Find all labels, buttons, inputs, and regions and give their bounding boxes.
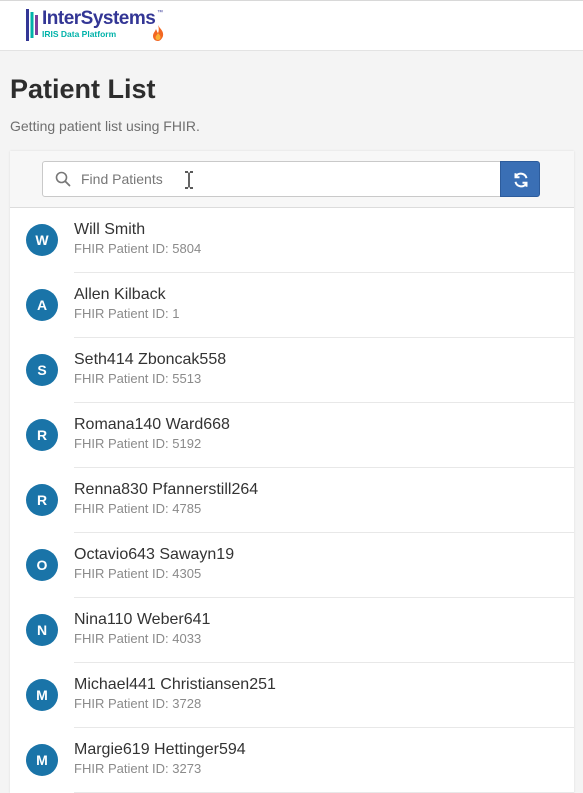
avatar: M bbox=[26, 744, 58, 776]
avatar: R bbox=[26, 419, 58, 451]
patient-name: Seth414 Zboncak558 bbox=[74, 351, 227, 368]
patient-list-item[interactable]: N Nina110 Weber641 FHIR Patient ID: 4033 bbox=[10, 598, 574, 663]
top-bar: InterSystems ™ IRIS Data Platform bbox=[0, 0, 583, 51]
patient-list-item[interactable]: O Octavio643 Sawayn19 FHIR Patient ID: 4… bbox=[10, 533, 574, 598]
patient-list-item[interactable]: M Margie619 Hettinger594 FHIR Patient ID… bbox=[10, 728, 574, 793]
page-subtitle: Getting patient list using FHIR. bbox=[10, 118, 200, 134]
refresh-button[interactable] bbox=[500, 161, 540, 197]
patient-fhir-id: FHIR Patient ID: 5192 bbox=[74, 436, 202, 451]
patient-list: W Will Smith FHIR Patient ID: 5804 A All… bbox=[10, 208, 574, 793]
patient-fhir-id: FHIR Patient ID: 1 bbox=[74, 306, 180, 321]
patient-list-item[interactable]: R Romana140 Ward668 FHIR Patient ID: 519… bbox=[10, 403, 574, 468]
patient-fhir-id: FHIR Patient ID: 4033 bbox=[74, 631, 202, 646]
intersystems-logo[interactable]: InterSystems ™ IRIS Data Platform bbox=[26, 7, 176, 43]
patient-fhir-id: FHIR Patient ID: 5513 bbox=[74, 371, 202, 386]
search-input[interactable] bbox=[81, 165, 491, 193]
logo-product-text: IRIS Data Platform bbox=[42, 29, 117, 39]
patient-list-item[interactable]: S Seth414 Zboncak558 FHIR Patient ID: 55… bbox=[10, 338, 574, 403]
patient-fhir-id: FHIR Patient ID: 4305 bbox=[74, 566, 202, 581]
avatar: S bbox=[26, 354, 58, 386]
patient-name: Margie619 Hettinger594 bbox=[74, 741, 246, 758]
logo-brand-text: InterSystems bbox=[42, 8, 156, 29]
patient-fhir-id: FHIR Patient ID: 3273 bbox=[74, 761, 202, 776]
refresh-icon bbox=[514, 172, 528, 188]
patient-list-item[interactable]: M Michael441 Christiansen251 FHIR Patien… bbox=[10, 663, 574, 728]
avatar: N bbox=[26, 614, 58, 646]
search-bar bbox=[10, 151, 574, 208]
page-title: Patient List bbox=[10, 74, 156, 104]
patient-list-item[interactable]: W Will Smith FHIR Patient ID: 5804 bbox=[10, 208, 574, 273]
avatar: M bbox=[26, 679, 58, 711]
patient-name: Will Smith bbox=[74, 221, 146, 238]
avatar: A bbox=[26, 289, 58, 321]
patient-fhir-id: FHIR Patient ID: 3728 bbox=[74, 696, 202, 711]
flame-icon bbox=[153, 25, 164, 41]
logo-mark-icon bbox=[26, 9, 38, 41]
avatar: R bbox=[26, 484, 58, 516]
search-field[interactable] bbox=[42, 161, 501, 197]
patient-name: Romana140 Ward668 bbox=[74, 416, 230, 433]
search-icon bbox=[55, 171, 71, 187]
avatar: W bbox=[26, 224, 58, 256]
patient-name: Allen Kilback bbox=[74, 286, 166, 303]
patient-name: Michael441 Christiansen251 bbox=[74, 676, 276, 693]
patient-fhir-id: FHIR Patient ID: 4785 bbox=[74, 501, 202, 516]
patient-list-card: W Will Smith FHIR Patient ID: 5804 A All… bbox=[10, 151, 574, 793]
patient-name: Octavio643 Sawayn19 bbox=[74, 546, 235, 563]
patient-name: Renna830 Pfannerstill264 bbox=[74, 481, 259, 498]
patient-name: Nina110 Weber641 bbox=[74, 611, 211, 628]
patient-list-item[interactable]: R Renna830 Pfannerstill264 FHIR Patient … bbox=[10, 468, 574, 533]
avatar: O bbox=[26, 549, 58, 581]
logo-trademark: ™ bbox=[157, 10, 163, 16]
patient-list-item[interactable]: A Allen Kilback FHIR Patient ID: 1 bbox=[10, 273, 574, 338]
text-cursor-icon bbox=[185, 171, 193, 189]
patient-fhir-id: FHIR Patient ID: 5804 bbox=[74, 241, 202, 256]
